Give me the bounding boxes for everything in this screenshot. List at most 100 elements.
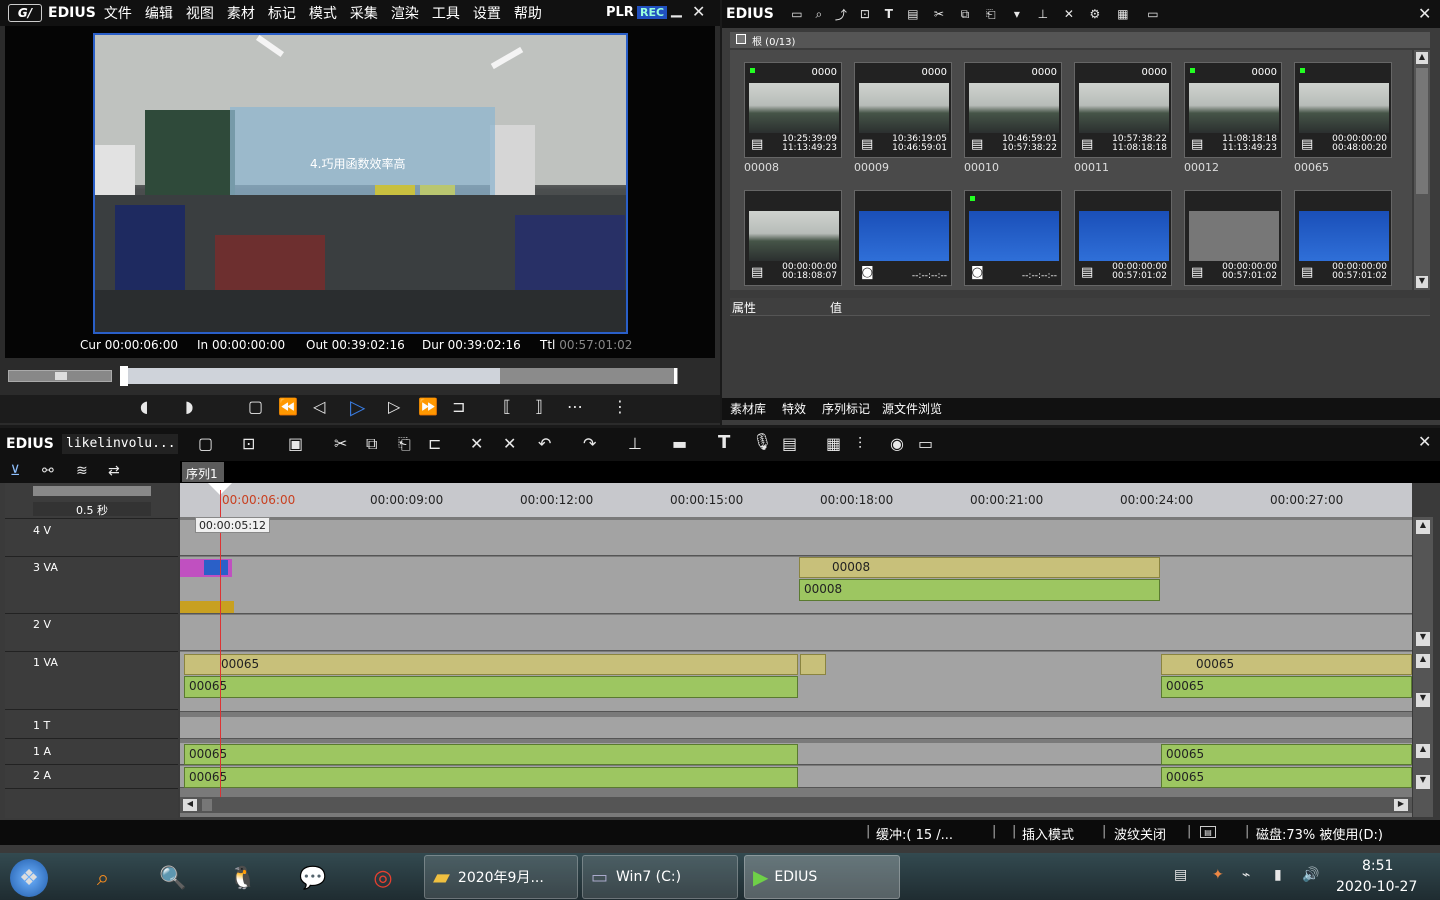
collapse-icon[interactable] (736, 34, 746, 44)
save-icon[interactable]: ▣ (288, 434, 303, 453)
bin-clip[interactable]: 0000 ▤ 11:08:18:18 11:13:49:23 00012 (1184, 62, 1282, 174)
hscroll-right-icon[interactable]: ▶ (1394, 799, 1408, 811)
track-header-1t[interactable]: 1 T (5, 715, 178, 739)
minimize-icon[interactable]: ▁ (671, 2, 682, 18)
menu-help[interactable]: 帮助 (514, 3, 542, 23)
lane-3va[interactable] (180, 557, 1412, 614)
bin-close-icon[interactable]: ✕ (1418, 4, 1431, 23)
clock-time[interactable]: 8:51 (1362, 858, 1393, 874)
step-back-icon[interactable]: ◁ (313, 397, 325, 416)
set-out-icon[interactable]: ◗ (185, 397, 193, 416)
clip-1v-short[interactable] (800, 654, 826, 675)
step-forward-icon[interactable]: ▷ (388, 397, 400, 416)
render-icon[interactable]: ▤ (782, 434, 797, 453)
usb-icon[interactable]: ⌁ (1242, 867, 1250, 883)
cut-icon[interactable]: ✂ (926, 7, 952, 21)
rec-indicator[interactable]: REC (637, 6, 668, 19)
folder-icon[interactable]: ▭ (786, 7, 808, 21)
set-marker-icon[interactable]: ⊥ (628, 434, 642, 453)
clip-1a-00065-b[interactable]: 00065 (1161, 676, 1412, 698)
clip-3a-00008[interactable]: 00008 (799, 579, 1160, 601)
start-icon[interactable]: ❖ (10, 859, 48, 897)
output-icon[interactable]: ⋮ (612, 397, 628, 416)
vscroll-up-icon[interactable]: ▲ (1416, 520, 1430, 534)
wechat-icon[interactable]: 💬 (294, 859, 332, 897)
taskbar-edius-button[interactable]: ▶ EDIUS (744, 855, 900, 899)
lane-1t[interactable] (180, 717, 1412, 739)
zoom-slider[interactable] (33, 486, 151, 496)
bin-clip[interactable]: ▤ 00:00:00:00 00:18:08:07 (744, 190, 842, 286)
overwrite-icon[interactable]: ⟧ (535, 397, 543, 416)
tab-effects[interactable]: 特效 (782, 400, 806, 417)
menu-marker[interactable]: 标记 (268, 3, 296, 23)
tray-app-icon[interactable]: ✦ (1212, 867, 1224, 883)
layout-icon[interactable]: ▭ (918, 434, 933, 453)
timeline-close-icon[interactable]: ✕ (1418, 432, 1431, 451)
clip-1v-00065-b[interactable]: 00065 (1161, 654, 1412, 675)
tab-seq-markers[interactable]: 序列标记 (822, 400, 870, 417)
timeline-paste-icon[interactable]: ⎗ (398, 434, 411, 454)
vscroll-down-icon[interactable]: ▼ (1416, 775, 1430, 789)
title-icon[interactable]: T (878, 7, 900, 21)
menu-render[interactable]: 渲染 (391, 3, 419, 23)
track-lock-icon[interactable]: ⚯ (42, 463, 54, 479)
send-to-player-icon[interactable]: ▾ (1004, 7, 1030, 21)
zoom-select[interactable]: 0.5 秒 (33, 502, 151, 517)
replace-icon[interactable]: ⊏ (428, 434, 441, 453)
delete-gap-icon[interactable]: ✕ (470, 434, 483, 453)
clock-date[interactable]: 2020-10-27 (1336, 879, 1417, 895)
insert-icon[interactable]: ⟦ (503, 397, 511, 416)
voice-over-icon[interactable]: 🎙 (752, 432, 772, 451)
clip-1a-00065-a[interactable]: 00065 (184, 676, 798, 698)
timeline-vscroll[interactable]: ▲ ▼ ▲ ▼ ▲ ▼ (1413, 517, 1433, 817)
undo-icon[interactable]: ↶ (538, 434, 551, 453)
jog-handle[interactable] (55, 372, 67, 380)
audio-mixer-icon[interactable]: ⫶ (858, 434, 862, 454)
open-project-icon[interactable]: ⊡ (242, 434, 255, 453)
taskbar-folder-button[interactable]: ▰ 2020年9月... (424, 855, 578, 899)
bin-clip[interactable]: 0000 ▤ 10:25:39:09 11:13:49:23 00008 (744, 62, 842, 174)
bin-clip[interactable]: 0000 ▤ 10:46:59:01 10:57:38:22 00010 (964, 62, 1062, 174)
scroll-up-icon[interactable]: ▲ (1416, 52, 1428, 64)
rewind-icon[interactable]: ⏪ (278, 397, 298, 416)
network-icon[interactable]: ▮ (1274, 867, 1282, 883)
bin-clip[interactable]: ◙ --:--:--:-- (964, 190, 1062, 286)
track-link-icon[interactable]: ⇄ (108, 463, 120, 479)
menu-file[interactable]: 文件 (104, 3, 132, 23)
vscroll-down-icon[interactable]: ▼ (1416, 693, 1430, 707)
add-clip-icon[interactable]: ⊡ (852, 7, 878, 21)
project-name[interactable]: likelinvolu... (62, 434, 178, 454)
fast-forward-icon[interactable]: ⏩ (418, 397, 438, 416)
delete-icon[interactable]: ✕ (1056, 7, 1082, 21)
close-icon[interactable]: ✕ (692, 2, 705, 21)
menu-view[interactable]: 视图 (186, 3, 214, 23)
scrub-bar[interactable] (8, 366, 678, 386)
copy-icon[interactable]: ⧉ (952, 7, 978, 22)
bin-clip[interactable]: 0000 ▤ 10:36:19:05 10:46:59:01 00009 (854, 62, 952, 174)
vscroll-up-icon[interactable]: ▲ (1416, 744, 1430, 758)
chrome-icon[interactable]: ◎ (364, 859, 402, 897)
add-to-timeline-icon[interactable]: ⊥ (1030, 7, 1056, 21)
new-sequence-icon[interactable]: ▢ (198, 434, 213, 453)
vscroll-up-icon[interactable]: ▲ (1416, 654, 1430, 668)
hscroll-left-icon[interactable]: ◀ (183, 799, 197, 811)
lane-4v[interactable] (180, 520, 1412, 556)
bin-menu-icon[interactable]: ▭ (1138, 7, 1168, 21)
tab-source-browser[interactable]: 源文件浏览 (882, 400, 942, 417)
menu-mode[interactable]: 模式 (309, 3, 337, 23)
menu-tools[interactable]: 工具 (432, 3, 460, 23)
magnifier-app-icon[interactable]: 🔍 (154, 859, 192, 897)
playhead-handle[interactable] (120, 366, 128, 386)
mixer-icon[interactable]: ▦ (826, 434, 841, 453)
bin-clip[interactable]: ▤ 00:00:00:00 00:57:01:02 (1184, 190, 1282, 286)
tab-sequence-1[interactable]: 序列1 (182, 462, 224, 482)
set-in-icon[interactable]: ◖ (140, 397, 148, 416)
clip-a1-00065-b[interactable]: 00065 (1161, 744, 1412, 765)
view-icon[interactable]: ▦ (1108, 7, 1138, 21)
lane-2v[interactable] (180, 615, 1412, 651)
track-view-icon[interactable]: ≋ (76, 463, 88, 479)
tab-bin[interactable]: 素材库 (730, 400, 766, 417)
clip-a2-00065-b[interactable]: 00065 (1161, 767, 1412, 788)
track-header-2v[interactable]: 2 V (5, 614, 178, 652)
track-header-3va[interactable]: 3 VA (5, 557, 178, 614)
